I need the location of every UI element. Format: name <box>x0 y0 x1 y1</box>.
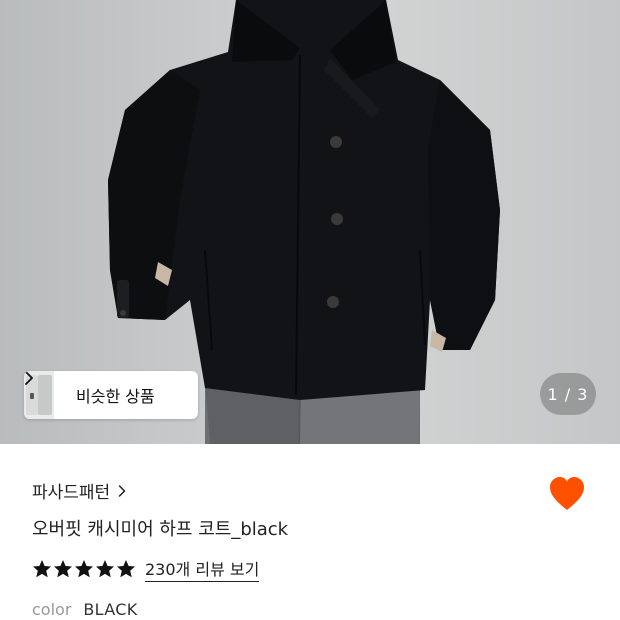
star-icon <box>54 560 72 578</box>
star-icon <box>117 560 135 578</box>
star-icon <box>33 560 51 578</box>
review-link[interactable]: 230개 리뷰 보기 <box>145 556 260 582</box>
color-option: color BLACK <box>32 600 138 619</box>
brand-link[interactable]: 파사드패턴 <box>32 478 128 503</box>
image-page-counter: 1 / 3 <box>540 373 596 415</box>
chevron-right-icon <box>25 371 181 402</box>
option-value: BLACK <box>83 600 138 619</box>
brand-name: 파사드패턴 <box>32 483 111 503</box>
rating-row: 230개 리뷰 보기 <box>32 556 260 582</box>
chevron-right-icon <box>118 484 128 498</box>
rating-stars <box>32 559 136 579</box>
star-icon <box>75 560 93 578</box>
product-image-carousel[interactable]: 비슷한 상품 1 / 3 <box>0 0 620 444</box>
product-title: 오버핏 캐시미어 하프 코트_black <box>32 519 289 540</box>
option-label: color <box>32 600 72 619</box>
similar-products-label: 비슷한 상품 <box>76 387 155 406</box>
wishlist-heart-icon[interactable] <box>548 476 586 512</box>
star-icon <box>96 560 114 578</box>
similar-products-button[interactable]: 비슷한 상품 <box>24 371 198 419</box>
